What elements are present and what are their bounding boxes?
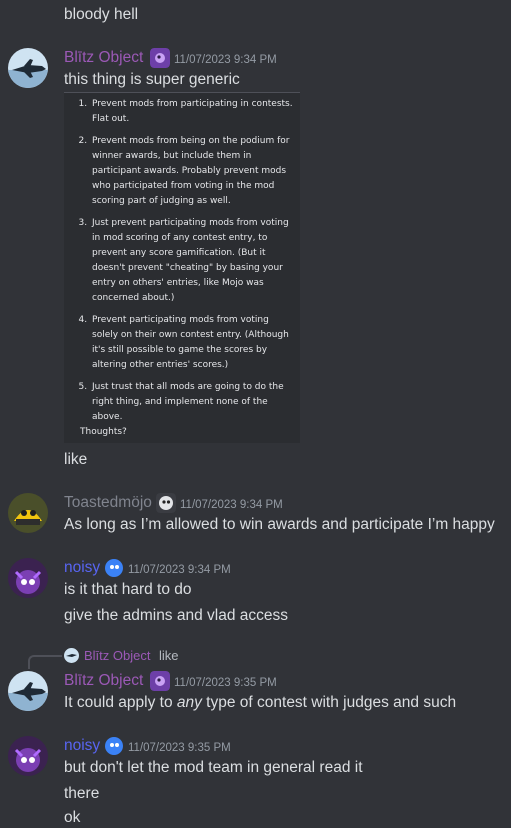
reply-author[interactable]: Blītz Object xyxy=(84,646,150,666)
role-icon xyxy=(150,671,170,691)
message-text: It could apply to any type of contest wi… xyxy=(64,694,457,711)
message-text: is it that hard to do xyxy=(64,581,192,598)
message-text: give the admins and vlad access xyxy=(64,607,289,624)
attachment-closing: Thoughts? xyxy=(80,427,127,437)
timestamp[interactable]: 11/07/2023 9:34 PM xyxy=(174,50,277,70)
role-icon xyxy=(104,558,124,578)
role-icon xyxy=(150,48,170,68)
message-text: there xyxy=(64,785,100,802)
timestamp[interactable]: 11/07/2023 9:35 PM xyxy=(174,673,277,693)
list-item: Prevent mods from being on the podium fo… xyxy=(90,134,294,209)
list-item: Prevent participating mods from voting s… xyxy=(90,313,294,373)
author-name[interactable]: Blītz Object xyxy=(64,48,143,68)
avatar[interactable] xyxy=(8,48,48,88)
avatar[interactable] xyxy=(8,493,48,533)
role-icon xyxy=(156,493,176,513)
role-icon xyxy=(104,736,124,756)
timestamp[interactable]: 11/07/2023 9:34 PM xyxy=(180,495,283,515)
avatar[interactable] xyxy=(8,671,48,711)
reply-connector xyxy=(28,655,62,669)
image-attachment[interactable]: Prevent mods from participating in conte… xyxy=(64,92,300,443)
author-name[interactable]: Toastedmöjo xyxy=(64,493,152,513)
author-name[interactable]: noisy xyxy=(64,736,100,756)
list-item: Just prevent participating mods from vot… xyxy=(90,216,294,306)
message-text: but don't let the mod team in general re… xyxy=(64,759,363,776)
list-item: Just trust that all mods are going to do… xyxy=(90,380,294,425)
author-name[interactable]: Blītz Object xyxy=(64,671,143,691)
message-text: As long as I’m allowed to win awards and… xyxy=(64,516,495,533)
reply-avatar[interactable] xyxy=(64,648,79,663)
list-item: Prevent mods from participating in conte… xyxy=(90,97,294,127)
author-name[interactable]: noisy xyxy=(64,558,100,578)
message-text: bloody hell xyxy=(64,6,139,23)
avatar[interactable] xyxy=(8,558,48,598)
message-text: this thing is super generic xyxy=(64,71,240,88)
message-text: like xyxy=(64,451,88,468)
message-text: ok xyxy=(64,809,81,826)
reply-preview[interactable]: like xyxy=(159,646,179,666)
avatar[interactable] xyxy=(8,736,48,776)
timestamp[interactable]: 11/07/2023 9:35 PM xyxy=(128,738,231,758)
timestamp[interactable]: 11/07/2023 9:34 PM xyxy=(128,560,231,580)
